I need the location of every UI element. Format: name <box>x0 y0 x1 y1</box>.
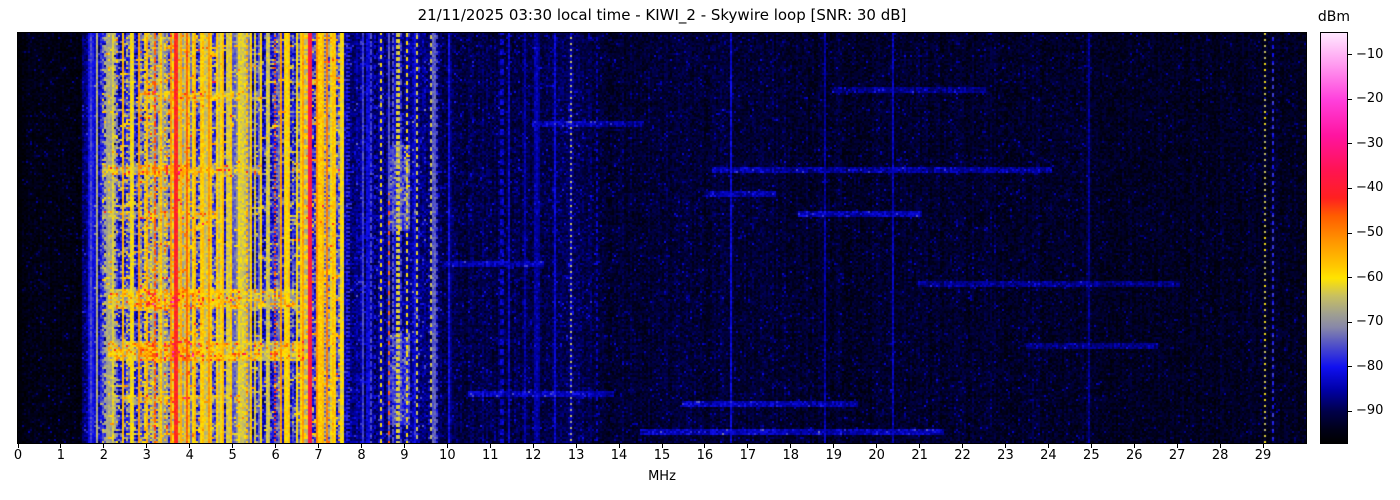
colorbar-tick-label: −90 <box>1356 403 1384 419</box>
x-tick-label: 13 <box>567 448 585 463</box>
colorbar-tick-mark <box>1348 143 1352 145</box>
x-tick-label: 0 <box>13 448 23 463</box>
x-tick-label: 3 <box>142 448 151 463</box>
x-tick-label: 25 <box>1083 448 1100 463</box>
colorbar-tick-label: −20 <box>1356 91 1384 107</box>
x-tick-label: 16 <box>696 448 714 463</box>
x-tick-label: 22 <box>954 448 971 463</box>
colorbar-tick-mark <box>1348 187 1352 189</box>
x-tick-label: 23 <box>997 448 1014 463</box>
colorbar-tick-label: −50 <box>1356 225 1384 241</box>
x-tick-label: 7 <box>314 448 323 463</box>
x-tick-label: 27 <box>1168 448 1186 463</box>
colorbar-tick-mark <box>1348 98 1352 100</box>
waterfall-plot-area <box>17 32 1307 444</box>
colorbar <box>1320 32 1348 444</box>
x-tick-label: 6 <box>271 448 280 463</box>
x-tick-label: 5 <box>228 448 237 463</box>
x-tick-label: 18 <box>782 448 800 463</box>
colorbar-tick-label: −80 <box>1356 358 1384 374</box>
colorbar-tick-label: −10 <box>1356 46 1384 62</box>
x-tick-label: 2 <box>99 448 108 463</box>
colorbar-tick-label: −40 <box>1356 180 1384 196</box>
x-tick-label: 9 <box>400 448 409 463</box>
colorbar-tick-mark <box>1348 232 1352 234</box>
colorbar-tick-mark <box>1348 410 1352 412</box>
x-tick-label: 28 <box>1211 448 1229 463</box>
x-tick-label: 19 <box>825 448 842 463</box>
colorbar-tick-mark <box>1348 54 1352 56</box>
x-tick-label: 10 <box>439 448 456 463</box>
x-tick-label: 12 <box>524 448 542 463</box>
x-tick-label: 17 <box>739 448 757 463</box>
colorbar-tick-mark <box>1348 277 1352 279</box>
x-tick-label: 11 <box>481 448 499 463</box>
colorbar-tick-mark <box>1348 321 1352 323</box>
spectrogram-figure: 21/11/2025 03:30 local time - KIWI_2 - S… <box>0 0 1400 500</box>
plot-title: 21/11/2025 03:30 local time - KIWI_2 - S… <box>417 6 907 24</box>
colorbar-tick-label: −60 <box>1356 269 1384 285</box>
x-tick-label: 24 <box>1040 448 1057 463</box>
x-tick-label: 4 <box>185 448 194 463</box>
x-tick-label: 15 <box>653 448 671 463</box>
waterfall-canvas <box>18 33 1306 443</box>
x-axis-label: MHz <box>648 469 676 484</box>
x-tick-label: 20 <box>868 448 885 463</box>
x-tick-label: 14 <box>610 448 628 463</box>
x-tick-label: 1 <box>56 448 66 463</box>
x-tick-label: 26 <box>1125 448 1143 463</box>
colorbar-tick-mark <box>1348 366 1352 368</box>
colorbar-label: dBm <box>1317 9 1351 25</box>
colorbar-tick-label: −30 <box>1356 135 1384 151</box>
x-tick-label: 29 <box>1254 448 1272 463</box>
x-tick-label: 8 <box>357 448 366 463</box>
x-tick-label: 21 <box>911 448 928 463</box>
colorbar-tick-label: −70 <box>1356 314 1384 330</box>
